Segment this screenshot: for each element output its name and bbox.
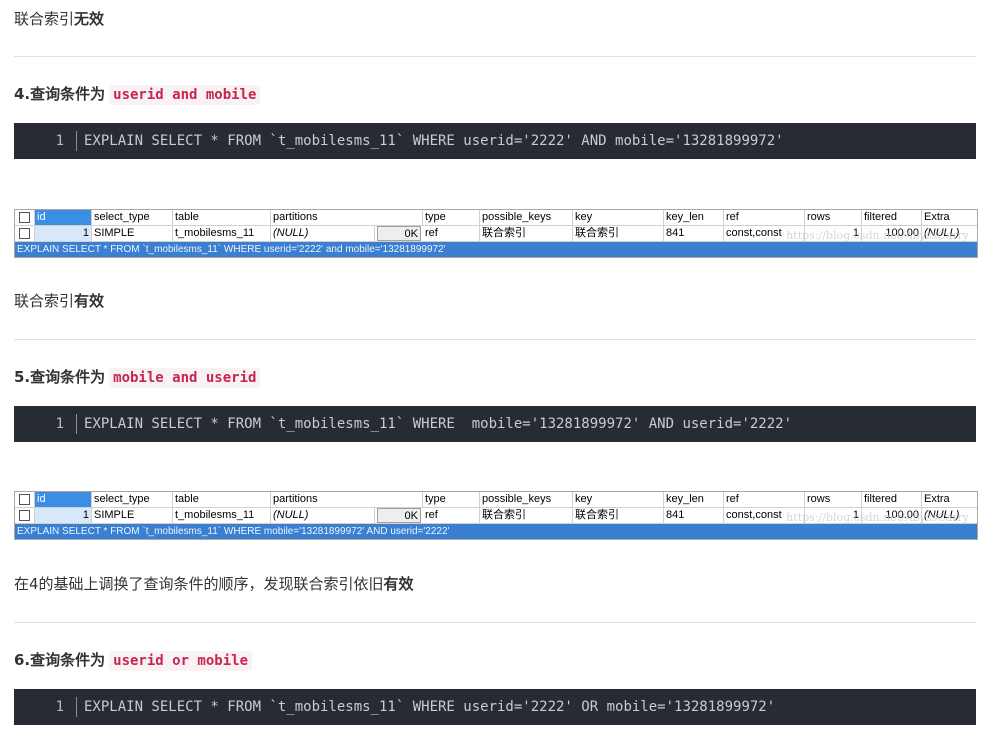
row-checkbox-cell[interactable] bbox=[15, 226, 35, 241]
gutter-separator bbox=[76, 697, 77, 717]
grid-header-row: id select_type table partitions type pos… bbox=[15, 492, 977, 508]
code-line: EXPLAIN SELECT * FROM `t_mobilesms_11` W… bbox=[84, 699, 776, 715]
column-header-extra[interactable]: Extra bbox=[922, 210, 975, 225]
cell-key[interactable]: 联合索引 bbox=[573, 508, 664, 523]
explain-result-grid-5: id select_type table partitions type pos… bbox=[14, 491, 978, 540]
heading-label: 4.查询条件为 bbox=[14, 85, 106, 103]
paragraph-index-invalid: 联合索引无效 bbox=[14, 9, 104, 29]
watermark: https://blog.csdn.net/AbyssCarry bbox=[786, 229, 969, 242]
paragraph-text: 联合索引 bbox=[14, 10, 75, 28]
header-checkbox-cell[interactable] bbox=[15, 492, 35, 507]
cell-select-type[interactable]: SIMPLE bbox=[92, 226, 173, 241]
line-number: 1 bbox=[55, 133, 64, 149]
code-block-4[interactable]: 1 EXPLAIN SELECT * FROM `t_mobilesms_11`… bbox=[14, 123, 976, 159]
explain-result-grid-4: id select_type table partitions type pos… bbox=[14, 209, 978, 258]
paragraph-order-swapped: 在4的基础上调换了查询条件的顺序，发现联合索引依旧有效 bbox=[14, 574, 414, 594]
cell-ok-button[interactable]: 0K bbox=[377, 226, 421, 241]
header-checkbox-cell[interactable] bbox=[15, 210, 35, 225]
paragraph-text: 在4的基础上调换了查询条件的顺序，发现联合索引依旧 bbox=[14, 575, 384, 593]
cell-key-len[interactable]: 841 bbox=[664, 226, 724, 241]
paragraph-index-valid: 联合索引有效 bbox=[14, 291, 104, 311]
cell-type[interactable]: ref bbox=[423, 226, 480, 241]
column-header-id[interactable]: id bbox=[35, 492, 92, 507]
inline-code: userid and mobile bbox=[109, 85, 261, 105]
column-header-partitions[interactable]: partitions bbox=[271, 492, 423, 507]
column-header-possible-keys[interactable]: possible_keys bbox=[480, 210, 573, 225]
cell-table[interactable]: t_mobilesms_11 bbox=[173, 226, 271, 241]
column-header-select-type[interactable]: select_type bbox=[92, 210, 173, 225]
row-checkbox-cell[interactable] bbox=[15, 508, 35, 523]
cell-select-type[interactable]: SIMPLE bbox=[92, 508, 173, 523]
status-query-text: EXPLAIN SELECT * FROM `t_mobilesms_11` W… bbox=[17, 244, 446, 255]
column-header-extra[interactable]: Extra bbox=[922, 492, 975, 507]
column-header-key[interactable]: key bbox=[573, 210, 664, 225]
code-line: EXPLAIN SELECT * FROM `t_mobilesms_11` W… bbox=[84, 416, 793, 432]
column-header-table[interactable]: table bbox=[173, 210, 271, 225]
column-header-ref[interactable]: ref bbox=[724, 492, 805, 507]
query-status-bar: EXPLAIN SELECT * FROM `t_mobilesms_11` W… bbox=[15, 229, 977, 257]
column-header-rows[interactable]: rows bbox=[805, 492, 862, 507]
paragraph-bold: 无效 bbox=[74, 10, 105, 28]
column-header-type[interactable]: type bbox=[423, 210, 480, 225]
column-header-key[interactable]: key bbox=[573, 492, 664, 507]
cell-partitions[interactable]: (NULL) bbox=[271, 226, 375, 241]
divider bbox=[14, 339, 976, 340]
column-header-select-type[interactable]: select_type bbox=[92, 492, 173, 507]
paragraph-bold: 有效 bbox=[383, 575, 414, 593]
column-header-key-len[interactable]: key_len bbox=[664, 210, 724, 225]
column-header-type[interactable]: type bbox=[423, 492, 480, 507]
column-header-filtered[interactable]: filtered bbox=[862, 492, 922, 507]
cell-partitions[interactable]: (NULL) bbox=[271, 508, 375, 523]
divider bbox=[14, 56, 976, 57]
watermark: https://blog.csdn.net/AbyssCarry bbox=[786, 511, 969, 524]
section-heading-6: 6.查询条件为 userid or mobile bbox=[14, 648, 252, 673]
column-header-possible-keys[interactable]: possible_keys bbox=[480, 492, 573, 507]
cell-key[interactable]: 联合索引 bbox=[573, 226, 664, 241]
cell-id[interactable]: 1 bbox=[35, 226, 92, 241]
checkbox[interactable] bbox=[19, 494, 30, 505]
code-block-5[interactable]: 1 EXPLAIN SELECT * FROM `t_mobilesms_11`… bbox=[14, 406, 976, 442]
cell-table[interactable]: t_mobilesms_11 bbox=[173, 508, 271, 523]
status-query-text: EXPLAIN SELECT * FROM `t_mobilesms_11` W… bbox=[17, 526, 450, 537]
section-heading-5: 5.查询条件为 mobile and userid bbox=[14, 365, 261, 390]
gutter-separator bbox=[76, 131, 77, 151]
paragraph-bold: 有效 bbox=[74, 292, 105, 310]
section-heading-4: 4.查询条件为 userid and mobile bbox=[14, 82, 261, 107]
cell-type[interactable]: ref bbox=[423, 508, 480, 523]
column-header-id[interactable]: id bbox=[35, 210, 92, 225]
heading-label: 5.查询条件为 bbox=[14, 368, 106, 386]
checkbox[interactable] bbox=[19, 212, 30, 223]
column-header-filtered[interactable]: filtered bbox=[862, 210, 922, 225]
paragraph-text: 联合索引 bbox=[14, 292, 75, 310]
column-header-table[interactable]: table bbox=[173, 492, 271, 507]
column-header-rows[interactable]: rows bbox=[805, 210, 862, 225]
cell-ok-button[interactable]: 0K bbox=[377, 508, 421, 523]
line-number: 1 bbox=[55, 699, 64, 715]
query-status-bar: EXPLAIN SELECT * FROM `t_mobilesms_11` W… bbox=[15, 511, 977, 539]
column-header-ref[interactable]: ref bbox=[724, 210, 805, 225]
grid-header-row: id select_type table partitions type pos… bbox=[15, 210, 977, 226]
cell-possible-keys[interactable]: 联合索引 bbox=[480, 226, 573, 241]
column-header-partitions[interactable]: partitions bbox=[271, 210, 423, 225]
line-number: 1 bbox=[55, 416, 64, 432]
divider bbox=[14, 622, 976, 623]
cell-key-len[interactable]: 841 bbox=[664, 508, 724, 523]
checkbox[interactable] bbox=[19, 510, 30, 521]
code-line: EXPLAIN SELECT * FROM `t_mobilesms_11` W… bbox=[84, 133, 784, 149]
inline-code: mobile and userid bbox=[109, 368, 261, 388]
cell-possible-keys[interactable]: 联合索引 bbox=[480, 508, 573, 523]
inline-code: userid or mobile bbox=[109, 651, 252, 671]
gutter-separator bbox=[76, 414, 77, 434]
column-header-key-len[interactable]: key_len bbox=[664, 492, 724, 507]
checkbox[interactable] bbox=[19, 228, 30, 239]
cell-id[interactable]: 1 bbox=[35, 508, 92, 523]
heading-label: 6.查询条件为 bbox=[14, 651, 106, 669]
code-block-6[interactable]: 1 EXPLAIN SELECT * FROM `t_mobilesms_11`… bbox=[14, 689, 976, 725]
